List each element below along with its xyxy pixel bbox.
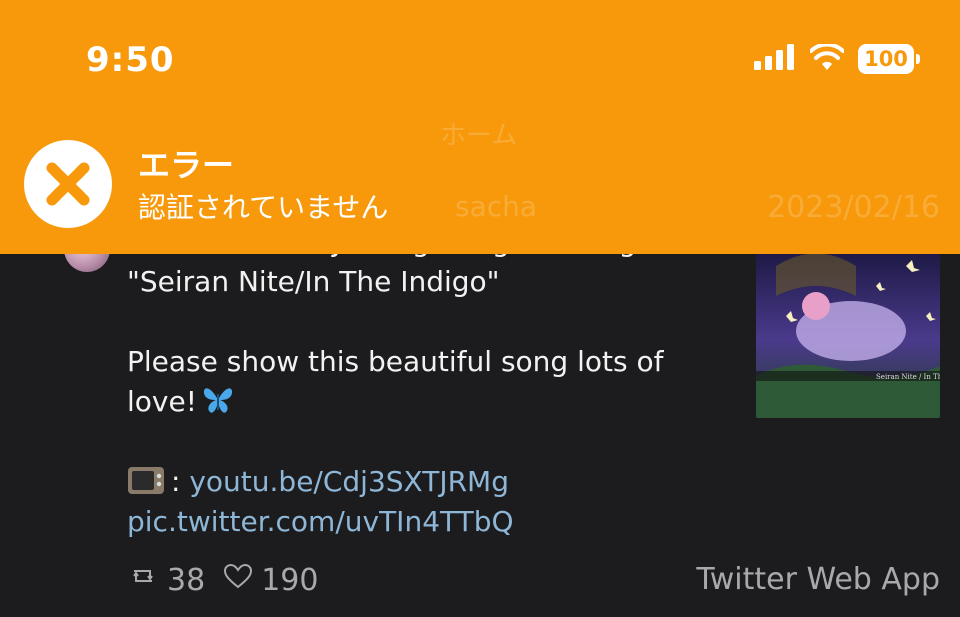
signal-icon	[754, 44, 796, 74]
status-time: 9:50	[86, 40, 175, 80]
tweet-source: Twitter Web App	[696, 562, 940, 597]
tweet-text-love: love!	[127, 385, 197, 418]
retweet-icon[interactable]	[127, 562, 159, 598]
nav-title-ghost: ホーム	[440, 121, 518, 151]
pic-link[interactable]: pic.twitter.com/uvTIn4TTbQ	[127, 502, 737, 542]
youtube-link[interactable]: youtu.be/Cdj3SXTJRMg	[189, 465, 509, 498]
tweet-link-line: : youtu.be/Cdj3SXTJRMg	[127, 462, 737, 502]
error-message: 認証されていません	[138, 191, 389, 224]
tweet-text-line: Please show this beautiful song lots of	[127, 345, 664, 378]
tweet-text-line: love!	[127, 382, 737, 422]
tweet-image-thumbnail[interactable]: Seiran Nite / In The Indigo	[756, 246, 940, 418]
butterfly-emoji-icon	[201, 384, 235, 416]
error-x-icon	[24, 140, 112, 228]
tv-emoji-icon	[127, 464, 165, 496]
username-ghost: sacha	[455, 190, 538, 223]
status-icons: 100	[754, 42, 920, 74]
tweet-text-line: "Seiran Nite/In The Indigo"	[127, 265, 500, 298]
tweet-footer: 38 190 Twitter Web App	[127, 562, 940, 602]
link-prefix: :	[171, 465, 181, 498]
error-banner[interactable]: ホーム sacha 2023/02/16 9:50 100 エラー 認証されてい…	[0, 0, 960, 254]
like-count: 190	[261, 562, 319, 598]
battery-icon: 100	[858, 44, 920, 74]
heart-icon[interactable]	[223, 562, 253, 598]
thumbnail-caption: Seiran Nite / In The Indigo	[876, 373, 940, 381]
retweet-count: 38	[167, 562, 206, 598]
date-ghost: 2023/02/16	[767, 190, 940, 225]
error-title: エラー	[138, 146, 235, 184]
wifi-icon	[809, 42, 845, 74]
tweet-body: Illustration for JunbugP original song "…	[127, 222, 737, 542]
